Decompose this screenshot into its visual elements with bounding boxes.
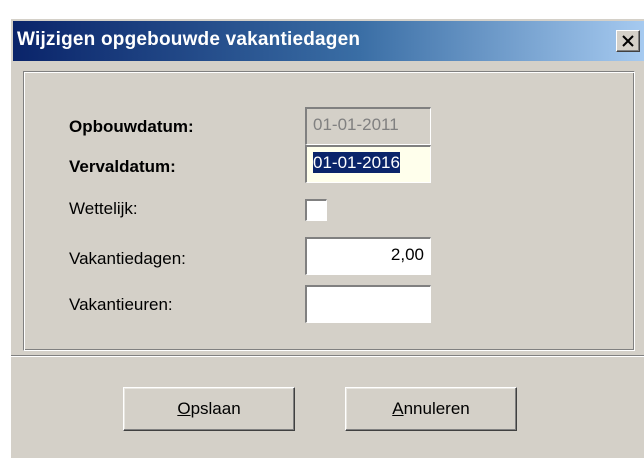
cancel-button[interactable]: Annuleren [345, 387, 517, 431]
opbouwdatum-value: 01-01-2011 [313, 115, 399, 134]
opbouwdatum-label: Opbouwdatum: [69, 117, 194, 136]
opbouwdatum-field: 01-01-2011 [305, 107, 431, 145]
dialog-window: Wijzigen opgebouwde vakantiedagen Opbouw… [10, 18, 644, 458]
close-button[interactable] [616, 30, 640, 52]
wettelijk-label: Wettelijk: [69, 199, 138, 218]
save-button-mnemonic: O [177, 399, 191, 418]
vervaldatum-field[interactable]: 01-01-2016 [305, 145, 431, 183]
vakantiedagen-value: 2,00 [390, 245, 424, 264]
wettelijk-checkbox[interactable] [305, 199, 327, 221]
vakantieuren-label: Vakantieuren: [69, 295, 173, 314]
title-bar[interactable]: Wijzigen opgebouwde vakantiedagen [13, 21, 644, 61]
save-button-label: pslaan [190, 399, 241, 418]
cancel-button-label: nnuleren [403, 399, 470, 418]
vervaldatum-value: 01-01-2016 [313, 152, 400, 173]
vervaldatum-label: Vervaldatum: [69, 157, 176, 176]
vakantieuren-field[interactable] [305, 285, 431, 323]
cancel-button-mnemonic: A [392, 399, 404, 418]
window-title: Wijzigen opgebouwde vakantiedagen [17, 29, 361, 50]
vakantiedagen-label: Vakantiedagen: [69, 249, 186, 268]
button-separator [11, 355, 644, 357]
save-button[interactable]: Opslaan [123, 387, 295, 431]
vakantiedagen-field[interactable]: 2,00 [305, 237, 431, 275]
close-x-icon [622, 35, 634, 47]
